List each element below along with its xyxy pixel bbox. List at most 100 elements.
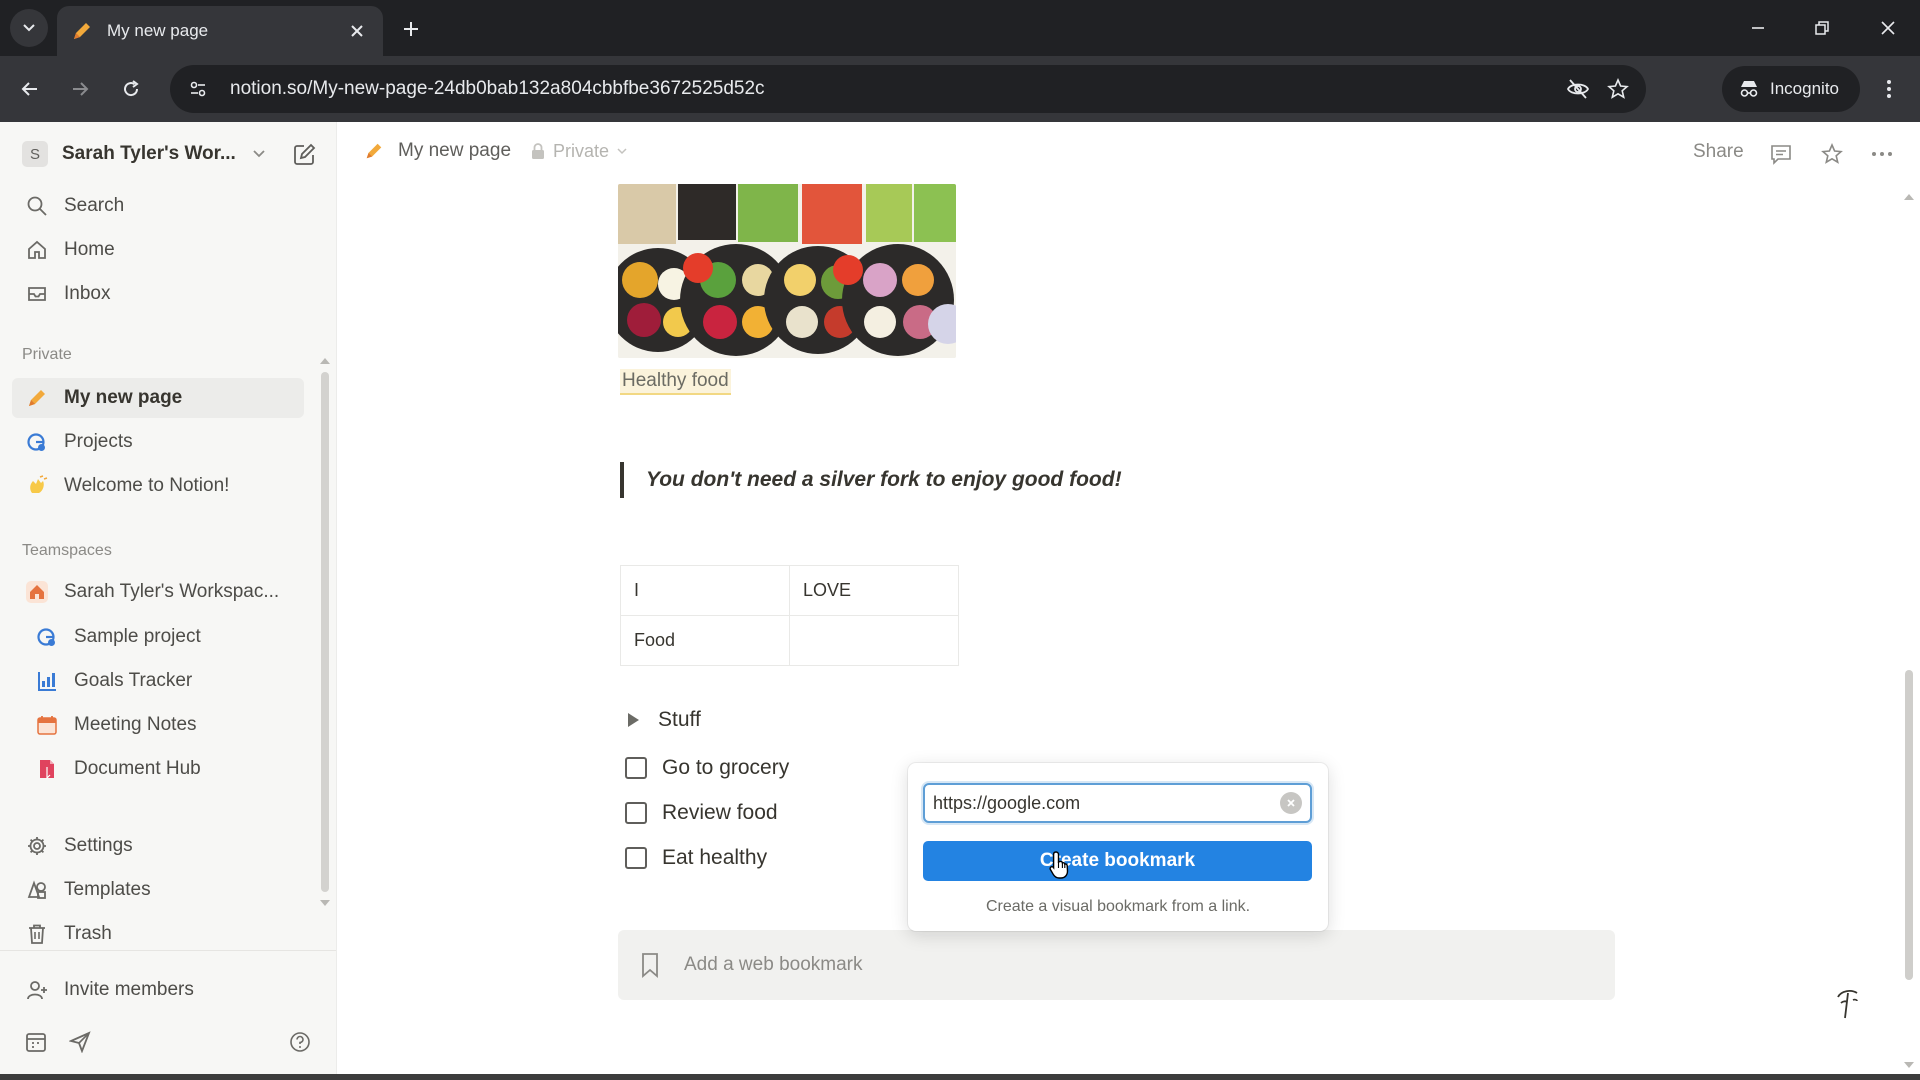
url-text[interactable]: notion.so/My-new-page-24db0bab132a804cbb… (230, 78, 1558, 100)
privacy-label: Private (553, 140, 610, 161)
sidebar-item-home[interactable]: Home (12, 230, 304, 270)
incognito-badge[interactable]: Incognito (1722, 66, 1860, 112)
sidebar-item-document-hub[interactable]: Document Hub (12, 749, 304, 789)
sidebar-item-projects[interactable]: Projects (12, 422, 304, 462)
bookmark-url-value[interactable]: https://google.com (933, 793, 1280, 814)
new-page-button[interactable] (289, 140, 319, 170)
todo-label[interactable]: Eat healthy (662, 846, 767, 870)
calendar-app-button[interactable] (20, 1026, 52, 1058)
scroll-up-arrow[interactable] (320, 358, 330, 364)
back-button[interactable] (14, 73, 46, 105)
bookmark-hint: Create a visual bookmark from a link. (985, 898, 1251, 915)
restore-button[interactable] (1804, 12, 1840, 44)
compose-icon (294, 143, 316, 165)
sidebar-scrollbar[interactable] (320, 352, 330, 912)
reload-button[interactable] (115, 73, 147, 105)
todo-checkbox[interactable] (625, 802, 647, 824)
breadcrumb[interactable]: My new page Private (364, 140, 627, 162)
sidebar-item-settings[interactable]: Settings (12, 826, 304, 866)
scroll-down-arrow[interactable] (1904, 1062, 1914, 1068)
table-cell[interactable]: Food (620, 615, 790, 666)
sidebar-item-teamspace[interactable]: Sarah Tyler's Workspac... (12, 572, 304, 612)
workspace-switcher[interactable]: S Sarah Tyler's Wor... (22, 138, 266, 170)
new-tab-button[interactable] (396, 14, 426, 44)
private-section-label: Private (22, 346, 72, 363)
sidebar-item-templates[interactable]: Templates (12, 870, 304, 910)
forward-button[interactable] (64, 73, 96, 105)
browser-tab[interactable]: My new page (57, 6, 383, 56)
bookmark-icon (642, 953, 658, 978)
table-cell[interactable]: LOVE (789, 565, 959, 616)
address-bar[interactable]: notion.so/My-new-page-24db0bab132a804cbb… (170, 65, 1646, 113)
sidebar-item-goals-tracker[interactable]: Goals Tracker (12, 661, 304, 701)
comments-button[interactable] (1765, 138, 1797, 170)
sidebar-item-trash[interactable]: Trash (12, 914, 304, 954)
todo-checkbox[interactable] (625, 757, 647, 779)
help-button[interactable] (284, 1026, 316, 1058)
notion-ai-button[interactable] (1830, 986, 1866, 1022)
chevron-down-icon (23, 24, 35, 32)
minimize-button[interactable] (1740, 12, 1776, 44)
bookmark-url-input[interactable]: https://google.com (923, 783, 1312, 823)
page-scrollbar[interactable] (1902, 188, 1916, 1068)
close-window-button[interactable] (1870, 12, 1906, 44)
clear-input-button[interactable] (1280, 792, 1302, 814)
mail-app-button[interactable] (64, 1026, 96, 1058)
ai-face-icon (1837, 990, 1858, 1019)
scroll-up-arrow[interactable] (1904, 194, 1914, 200)
sidebar-item-invite-members[interactable]: Invite members (12, 970, 304, 1010)
healthy-food-image[interactable] (618, 184, 956, 358)
search-icon (24, 193, 50, 219)
tab-close-button[interactable] (345, 19, 369, 43)
browser-menu-button[interactable] (1873, 73, 1905, 105)
bookmark-star-button[interactable] (1598, 69, 1638, 109)
page-topbar: My new page Private Share (338, 122, 1920, 186)
image-caption[interactable]: Healthy food (620, 369, 731, 395)
sidebar-item-welcome[interactable]: Welcome to Notion! (12, 466, 304, 506)
tracking-protection-button[interactable] (1558, 69, 1598, 109)
sidebar-item-my-new-page[interactable]: My new page (12, 378, 304, 418)
sidebar: S Sarah Tyler's Wor... Search Home Inbox… (0, 122, 337, 1080)
sidebar-item-search[interactable]: Search (12, 186, 304, 226)
inbox-icon (24, 281, 50, 307)
todo-label[interactable]: Review food (662, 801, 778, 825)
table-cell[interactable] (789, 615, 959, 666)
projects-icon (24, 429, 50, 455)
sidebar-item-label: My new page (64, 387, 183, 408)
create-bookmark-button[interactable]: Create bookmark (923, 841, 1312, 881)
tab-search-button[interactable] (10, 9, 48, 47)
toggle-triangle-icon[interactable] (628, 713, 639, 727)
more-options-button[interactable] (1866, 138, 1898, 170)
tab-title: My new page (107, 21, 209, 40)
share-button[interactable]: Share (1693, 141, 1744, 163)
sidebar-item-label: Sarah Tyler's Workspac... (64, 581, 280, 602)
scrollbar-thumb[interactable] (1905, 670, 1913, 980)
browser-toolbar: notion.so/My-new-page-24db0bab132a804cbb… (0, 56, 1920, 122)
help-icon (290, 1032, 310, 1052)
todo-label[interactable]: Go to grocery (662, 756, 789, 780)
sidebar-item-label: Home (64, 239, 115, 260)
teamspaces-section-label: Teamspaces (22, 542, 112, 559)
toggle-block[interactable]: Stuff (624, 708, 701, 732)
toggle-label: Stuff (658, 708, 701, 731)
todo-checkbox[interactable] (625, 847, 647, 869)
table-row: Food (620, 615, 959, 666)
scroll-down-arrow[interactable] (320, 900, 330, 906)
table-cell[interactable]: I (620, 565, 790, 616)
sidebar-item-meeting-notes[interactable]: Meeting Notes (12, 705, 304, 745)
sidebar-item-inbox[interactable]: Inbox (12, 274, 304, 314)
scrollbar-thumb[interactable] (321, 372, 329, 892)
food-bowls-illustration (618, 184, 956, 358)
eye-off-icon (1566, 79, 1590, 99)
sidebar-item-label: Trash (64, 923, 112, 944)
sidebar-item-sample-project[interactable]: Sample project (12, 617, 304, 657)
privacy-dropdown[interactable]: Private (531, 141, 627, 162)
sidebar-item-label: Welcome to Notion! (64, 475, 230, 496)
page-title[interactable]: My new page (398, 140, 511, 162)
chevron-down-icon (253, 150, 265, 158)
site-info-button[interactable] (176, 67, 220, 111)
todo-item: Eat healthy (625, 846, 767, 870)
web-bookmark-block[interactable]: Add a web bookmark (618, 930, 1615, 1000)
quote-block[interactable]: You don't need a silver fork to enjoy go… (620, 462, 1122, 498)
favorite-button[interactable] (1816, 138, 1848, 170)
